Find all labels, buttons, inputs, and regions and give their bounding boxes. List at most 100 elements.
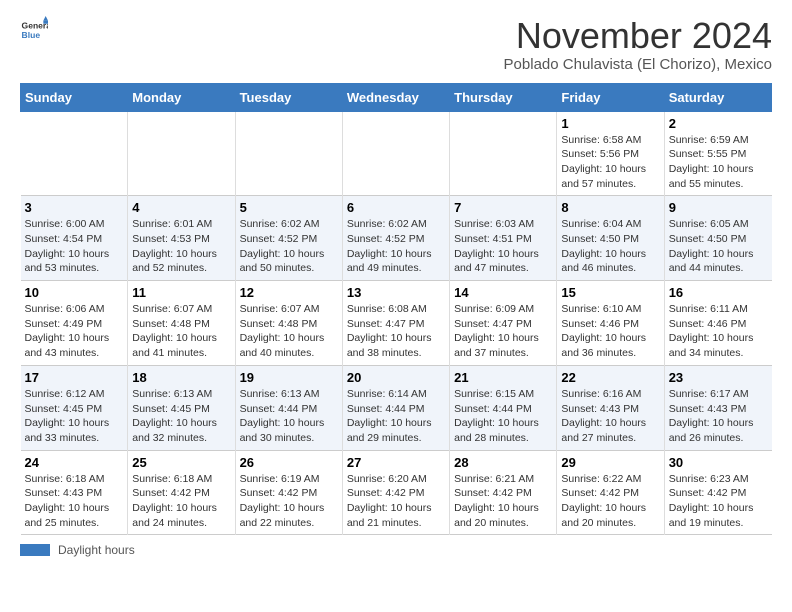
day-number: 4 xyxy=(132,200,230,215)
calendar-cell xyxy=(21,111,128,196)
weekday-header-thursday: Thursday xyxy=(450,83,557,111)
day-number: 12 xyxy=(240,285,338,300)
day-number: 19 xyxy=(240,370,338,385)
day-number: 20 xyxy=(347,370,445,385)
footer: Daylight hours xyxy=(20,543,772,557)
calendar-cell: 5Sunrise: 6:02 AM Sunset: 4:52 PM Daylig… xyxy=(235,196,342,281)
day-info: Sunrise: 6:07 AM Sunset: 4:48 PM Dayligh… xyxy=(132,302,230,361)
day-info: Sunrise: 6:16 AM Sunset: 4:43 PM Dayligh… xyxy=(561,387,659,446)
day-info: Sunrise: 6:09 AM Sunset: 4:47 PM Dayligh… xyxy=(454,302,552,361)
day-info: Sunrise: 6:14 AM Sunset: 4:44 PM Dayligh… xyxy=(347,387,445,446)
day-number: 11 xyxy=(132,285,230,300)
day-number: 10 xyxy=(25,285,124,300)
calendar-cell: 14 Sunrise: 6:09 AM Sunset: 4:47 PM Dayli… xyxy=(450,281,557,366)
day-info: Sunrise: 6:04 AM Sunset: 4:50 PM Dayligh… xyxy=(561,217,659,276)
calendar-cell: 13 Sunrise: 6:08 AM Sunset: 4:47 PM Dayli… xyxy=(342,281,449,366)
calendar-cell xyxy=(450,111,557,196)
day-number: 3 xyxy=(25,200,124,215)
day-number: 7 xyxy=(454,200,552,215)
day-info: Sunrise: 6:23 AM Sunset: 4:42 PM Dayligh… xyxy=(669,472,768,531)
day-number: 9 xyxy=(669,200,768,215)
calendar-week-row: 17 Sunrise: 6:12 AM Sunset: 4:45 PM Dayli… xyxy=(21,365,772,450)
calendar-cell: 19 Sunrise: 6:13 AM Sunset: 4:44 PM Dayli… xyxy=(235,365,342,450)
day-info: Sunrise: 6:21 AM Sunset: 4:42 PM Dayligh… xyxy=(454,472,552,531)
day-info: Sunrise: 6:17 AM Sunset: 4:43 PM Dayligh… xyxy=(669,387,768,446)
day-info: Sunrise: 6:10 AM Sunset: 4:46 PM Dayligh… xyxy=(561,302,659,361)
calendar-cell: 8 Sunrise: 6:04 AM Sunset: 4:50 PM Daylig… xyxy=(557,196,664,281)
day-number: 21 xyxy=(454,370,552,385)
calendar-cell: 20 Sunrise: 6:14 AM Sunset: 4:44 PM Dayli… xyxy=(342,365,449,450)
calendar-cell: 18Sunrise: 6:13 AM Sunset: 4:45 PM Dayli… xyxy=(128,365,235,450)
calendar-week-row: 1Sunrise: 6:58 AM Sunset: 5:56 PM Daylig… xyxy=(21,111,772,196)
calendar-cell xyxy=(342,111,449,196)
calendar-cell: 6Sunrise: 6:02 AM Sunset: 4:52 PM Daylig… xyxy=(342,196,449,281)
calendar-cell: 2Sunrise: 6:59 AM Sunset: 5:55 PM Daylig… xyxy=(664,111,771,196)
calendar-cell: 1Sunrise: 6:58 AM Sunset: 5:56 PM Daylig… xyxy=(557,111,664,196)
day-number: 29 xyxy=(561,455,659,470)
day-number: 13 xyxy=(347,285,445,300)
weekday-header-monday: Monday xyxy=(128,83,235,111)
day-info: Sunrise: 6:20 AM Sunset: 4:42 PM Dayligh… xyxy=(347,472,445,531)
calendar-cell: 30Sunrise: 6:23 AM Sunset: 4:42 PM Dayli… xyxy=(664,450,771,535)
day-info: Sunrise: 6:18 AM Sunset: 4:42 PM Dayligh… xyxy=(132,472,230,531)
weekday-header-sunday: Sunday xyxy=(21,83,128,111)
calendar-cell: 10 Sunrise: 6:06 AM Sunset: 4:49 PM Dayli… xyxy=(21,281,128,366)
day-number: 28 xyxy=(454,455,552,470)
day-number: 23 xyxy=(669,370,768,385)
calendar-week-row: 10 Sunrise: 6:06 AM Sunset: 4:49 PM Dayli… xyxy=(21,281,772,366)
weekday-header-saturday: Saturday xyxy=(664,83,771,111)
month-title: November 2024 xyxy=(504,16,772,56)
calendar-cell: 22 Sunrise: 6:16 AM Sunset: 4:43 PM Dayli… xyxy=(557,365,664,450)
day-number: 22 xyxy=(561,370,659,385)
day-info: Sunrise: 6:22 AM Sunset: 4:42 PM Dayligh… xyxy=(561,472,659,531)
day-info: Sunrise: 6:15 AM Sunset: 4:44 PM Dayligh… xyxy=(454,387,552,446)
day-number: 26 xyxy=(240,455,338,470)
calendar-week-row: 24 Sunrise: 6:18 AM Sunset: 4:43 PM Dayli… xyxy=(21,450,772,535)
calendar-cell: 24 Sunrise: 6:18 AM Sunset: 4:43 PM Dayli… xyxy=(21,450,128,535)
day-info: Sunrise: 6:03 AM Sunset: 4:51 PM Dayligh… xyxy=(454,217,552,276)
day-number: 27 xyxy=(347,455,445,470)
day-number: 24 xyxy=(25,455,124,470)
day-number: 17 xyxy=(25,370,124,385)
day-info: Sunrise: 6:59 AM Sunset: 5:55 PM Dayligh… xyxy=(669,133,768,192)
calendar-cell: 16Sunrise: 6:11 AM Sunset: 4:46 PM Dayli… xyxy=(664,281,771,366)
daylight-bar-icon xyxy=(20,544,50,556)
calendar-cell: 28 Sunrise: 6:21 AM Sunset: 4:42 PM Dayli… xyxy=(450,450,557,535)
day-info: Sunrise: 6:08 AM Sunset: 4:47 PM Dayligh… xyxy=(347,302,445,361)
calendar-cell: 7 Sunrise: 6:03 AM Sunset: 4:51 PM Daylig… xyxy=(450,196,557,281)
day-info: Sunrise: 6:02 AM Sunset: 4:52 PM Dayligh… xyxy=(347,217,445,276)
calendar-cell: 9 Sunrise: 6:05 AM Sunset: 4:50 PM Daylig… xyxy=(664,196,771,281)
calendar-cell: 27 Sunrise: 6:20 AM Sunset: 4:42 PM Dayli… xyxy=(342,450,449,535)
calendar-cell: 26Sunrise: 6:19 AM Sunset: 4:42 PM Dayli… xyxy=(235,450,342,535)
calendar-cell: 25Sunrise: 6:18 AM Sunset: 4:42 PM Dayli… xyxy=(128,450,235,535)
day-info: Sunrise: 6:01 AM Sunset: 4:53 PM Dayligh… xyxy=(132,217,230,276)
day-info: Sunrise: 6:11 AM Sunset: 4:46 PM Dayligh… xyxy=(669,302,768,361)
logo-icon: General Blue xyxy=(20,16,48,44)
day-info: Sunrise: 6:58 AM Sunset: 5:56 PM Dayligh… xyxy=(561,133,659,192)
calendar-cell: 3 Sunrise: 6:00 AM Sunset: 4:54 PM Daylig… xyxy=(21,196,128,281)
calendar-cell: 23 Sunrise: 6:17 AM Sunset: 4:43 PM Dayli… xyxy=(664,365,771,450)
day-info: Sunrise: 6:02 AM Sunset: 4:52 PM Dayligh… xyxy=(240,217,338,276)
calendar-cell: 11 Sunrise: 6:07 AM Sunset: 4:48 PM Dayli… xyxy=(128,281,235,366)
calendar-table: SundayMondayTuesdayWednesdayThursdayFrid… xyxy=(20,83,772,536)
calendar-cell xyxy=(128,111,235,196)
day-info: Sunrise: 6:13 AM Sunset: 4:44 PM Dayligh… xyxy=(240,387,338,446)
title-section: November 2024 Poblado Chulavista (El Cho… xyxy=(504,16,772,73)
day-info: Sunrise: 6:06 AM Sunset: 4:49 PM Dayligh… xyxy=(25,302,124,361)
logo: General Blue xyxy=(20,16,48,44)
daylight-label: Daylight hours xyxy=(58,543,135,557)
calendar-cell xyxy=(235,111,342,196)
calendar-cell: 17 Sunrise: 6:12 AM Sunset: 4:45 PM Dayli… xyxy=(21,365,128,450)
day-number: 18 xyxy=(132,370,230,385)
day-info: Sunrise: 6:05 AM Sunset: 4:50 PM Dayligh… xyxy=(669,217,768,276)
day-info: Sunrise: 6:12 AM Sunset: 4:45 PM Dayligh… xyxy=(25,387,124,446)
day-info: Sunrise: 6:18 AM Sunset: 4:43 PM Dayligh… xyxy=(25,472,124,531)
calendar-week-row: 3 Sunrise: 6:00 AM Sunset: 4:54 PM Daylig… xyxy=(21,196,772,281)
day-info: Sunrise: 6:00 AM Sunset: 4:54 PM Dayligh… xyxy=(25,217,124,276)
calendar-cell: 12 Sunrise: 6:07 AM Sunset: 4:48 PM Dayli… xyxy=(235,281,342,366)
calendar-cell: 21 Sunrise: 6:15 AM Sunset: 4:44 PM Dayli… xyxy=(450,365,557,450)
day-number: 8 xyxy=(561,200,659,215)
day-info: Sunrise: 6:07 AM Sunset: 4:48 PM Dayligh… xyxy=(240,302,338,361)
day-number: 14 xyxy=(454,285,552,300)
calendar-cell: 15Sunrise: 6:10 AM Sunset: 4:46 PM Dayli… xyxy=(557,281,664,366)
